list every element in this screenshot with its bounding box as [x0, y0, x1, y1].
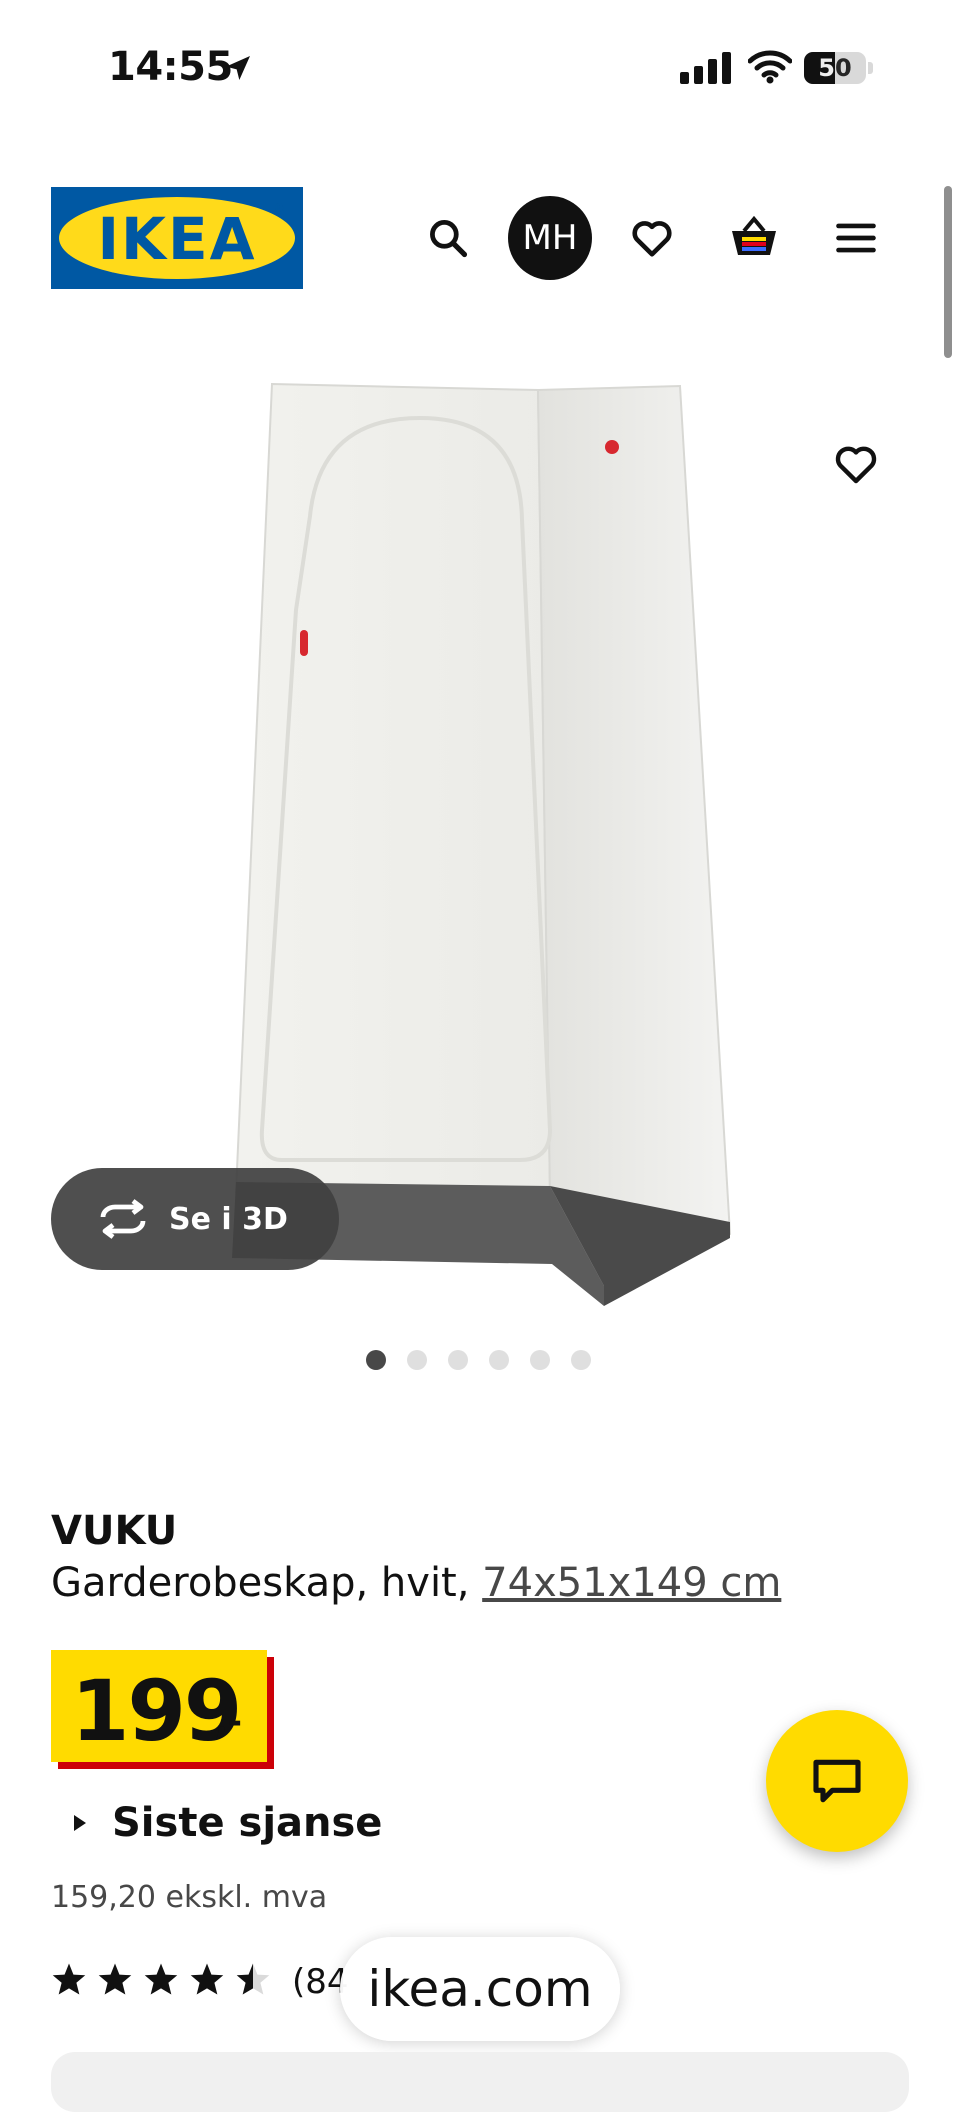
product-name: VUKU — [51, 1508, 178, 1554]
battery-icon: 50 — [804, 52, 866, 84]
battery-percent: 50 — [818, 54, 852, 82]
caret-right-icon — [74, 1815, 86, 1831]
logo-text: IKEA — [97, 205, 257, 273]
gallery-pagination — [366, 1350, 591, 1370]
star-icon — [190, 1963, 224, 1995]
chat-icon — [813, 1759, 861, 1803]
page-scrollbar[interactable] — [944, 186, 952, 358]
location-arrow-icon — [222, 52, 254, 88]
signal-icon — [680, 52, 732, 88]
cart-icon — [732, 215, 776, 255]
cart-button[interactable] — [724, 206, 784, 266]
rotate-3d-icon — [100, 1199, 146, 1239]
gallery-dot[interactable] — [489, 1350, 509, 1370]
next-section-card — [51, 2052, 909, 2112]
chat-button[interactable] — [766, 1710, 908, 1852]
star-icon — [144, 1963, 178, 1995]
half-star-icon — [236, 1963, 270, 1995]
wifi-icon — [747, 50, 793, 88]
save-to-favourites-button[interactable] — [826, 434, 886, 494]
search-button[interactable] — [418, 208, 478, 268]
favourites-button[interactable] — [622, 208, 682, 268]
menu-button[interactable] — [826, 208, 886, 268]
gallery-dot[interactable] — [571, 1350, 591, 1370]
view-3d-label: Se i 3D — [169, 1201, 288, 1237]
ikea-logo[interactable]: IKEA ® — [51, 187, 303, 289]
gallery-dot[interactable] — [530, 1350, 550, 1370]
star-icon — [98, 1963, 132, 1995]
gallery-dot[interactable] — [448, 1350, 468, 1370]
price-tag: 199 ,- — [51, 1650, 267, 1762]
battery-tip — [868, 62, 873, 74]
rating-stars[interactable] — [51, 1962, 271, 1996]
menu-icon — [836, 223, 876, 253]
product-description: Garderobeskap, hvit, 74x51x149 cm — [51, 1560, 781, 1606]
price-suffix: ,- — [215, 1702, 243, 1742]
heart-icon — [632, 221, 672, 257]
product-type: Garderobeskap, hvit, — [51, 1560, 483, 1606]
star-icon — [52, 1963, 86, 1995]
price-excl-vat: 159,20 ekskl. mva — [51, 1880, 328, 1915]
gallery-dot[interactable] — [366, 1350, 386, 1370]
search-icon — [430, 220, 468, 258]
gallery-dot[interactable] — [407, 1350, 427, 1370]
product-dimensions-link[interactable]: 74x51x149 cm — [482, 1560, 781, 1606]
profile-avatar[interactable]: MH — [508, 196, 592, 280]
heart-icon — [835, 446, 877, 484]
last-chance-toggle[interactable]: Siste sjanse — [72, 1800, 382, 1846]
view-3d-button[interactable]: Se i 3D — [51, 1168, 339, 1270]
logo-registered-mark: ® — [273, 201, 285, 215]
last-chance-label: Siste sjanse — [112, 1800, 383, 1846]
browser-url-bar[interactable]: ikea.com — [340, 1937, 620, 2041]
status-time: 14:55 — [108, 44, 233, 90]
